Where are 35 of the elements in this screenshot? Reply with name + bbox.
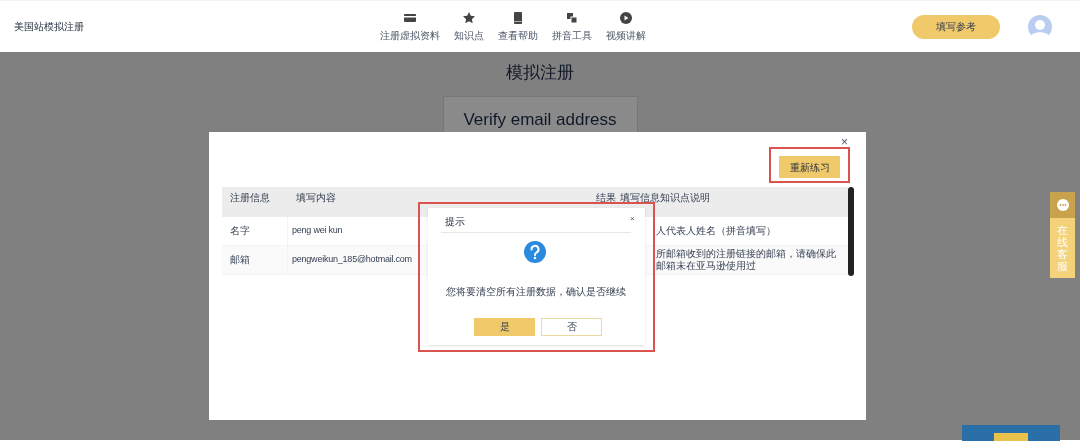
chat-widget-header[interactable] [1050,192,1075,218]
play-icon [619,10,633,25]
close-button[interactable]: × [630,215,635,223]
chat-icon [1056,199,1069,211]
column-header: 填写信息知识点说明 [620,191,710,205]
site-title: 美国站模拟注册 [13,20,85,34]
table-cell: 人代表人姓名（拼音填写） [656,225,776,237]
table-cell: peng wei kun [292,224,343,238]
table-cell: 邮箱 [230,254,250,266]
floating-banner[interactable] [962,425,1060,441]
squares-icon [565,10,579,25]
dialog-message: 您将要清空所有注册数据，确认是否继续 [446,285,626,299]
dialog-title: 提示 [445,215,465,229]
nav-item[interactable]: 查看帮助 [498,10,538,43]
nav-item[interactable]: 注册虚拟资料 [380,10,440,43]
table-cell: pengweikun_185@hotmail.com [292,253,412,267]
page-heading: 模拟注册 [506,62,574,84]
nav-item[interactable]: 拼音工具 [552,10,592,43]
table-cell-text: 所邮箱收到的注册链接的邮箱，请确保此邮箱未在亚马逊使用过 [656,248,837,272]
table-cell: 名字 [230,225,250,237]
close-button[interactable]: × [841,136,848,148]
retry-button[interactable]: 重新练习 [779,156,840,178]
column-header: 注册信息 [230,191,270,205]
confirm-button[interactable]: 是 [474,318,535,336]
nav-item[interactable]: 视频讲解 [606,10,646,43]
star-icon [462,10,476,25]
column-header: 填写内容 [296,191,336,205]
nav-item[interactable]: 知识点 [454,10,484,43]
cancel-button[interactable]: 否 [541,318,602,336]
reference-button[interactable]: 填写参考 [912,14,1000,39]
column-header: 结果 [596,191,616,205]
avatar-icon[interactable] [1028,14,1052,39]
book-icon [511,10,525,25]
question-icon [524,241,546,263]
scrollbar[interactable] [848,187,854,276]
